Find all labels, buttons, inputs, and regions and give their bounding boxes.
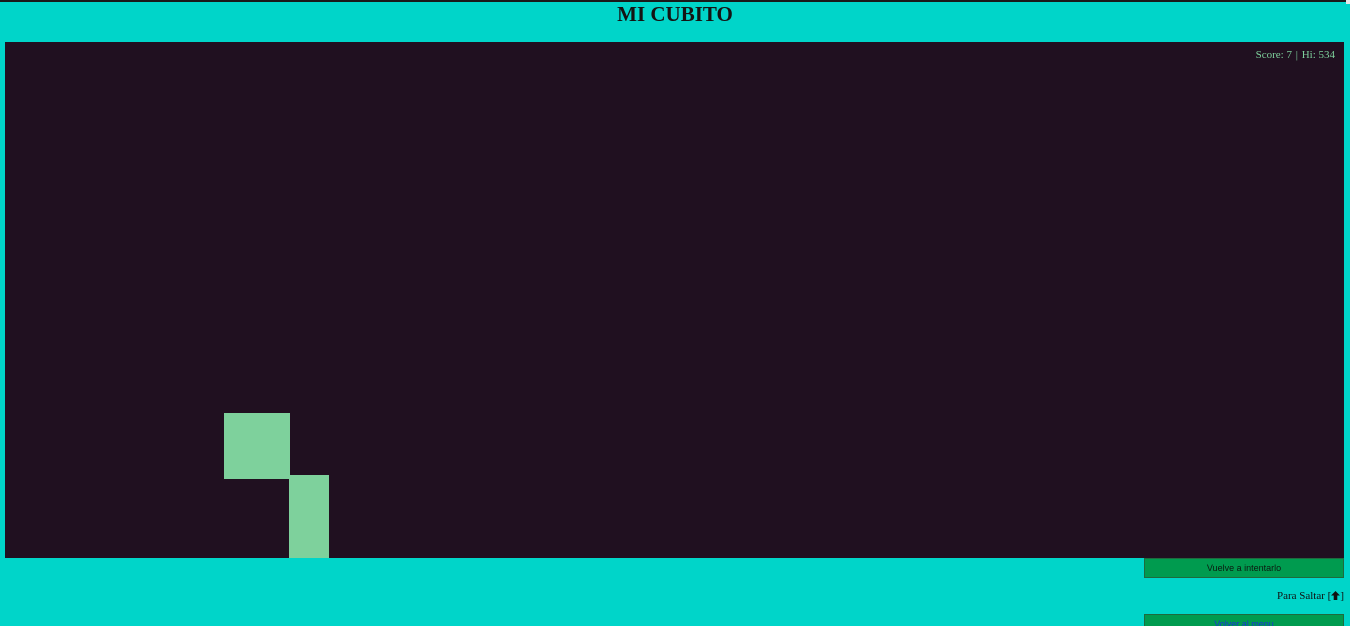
jump-hint: Para Saltar [] — [1277, 590, 1344, 602]
page-title: MI CUBITO — [617, 2, 733, 26]
player-cube — [224, 413, 290, 479]
jump-hint-prefix: Para Saltar [ — [1276, 590, 1332, 602]
hi-score-value: 534 — [1318, 49, 1336, 61]
score-display: Score: 7 | Hi: 534 — [1256, 49, 1335, 61]
score-label: Score: — [1255, 49, 1284, 61]
score-value: 7 — [1286, 49, 1292, 61]
game-canvas[interactable]: Score: 7 | Hi: 534 — [5, 42, 1344, 558]
retry-button[interactable]: Vuelve a intentarlo — [1144, 558, 1344, 578]
jump-hint-suffix: ] — [1340, 590, 1344, 602]
score-separator: | — [1295, 49, 1298, 61]
hi-score-label: Hi: — [1301, 49, 1316, 61]
back-to-menu-button[interactable]: Volver al menu — [1144, 614, 1344, 626]
obstacle-block — [289, 475, 329, 558]
arrow-up-icon — [1331, 591, 1341, 600]
